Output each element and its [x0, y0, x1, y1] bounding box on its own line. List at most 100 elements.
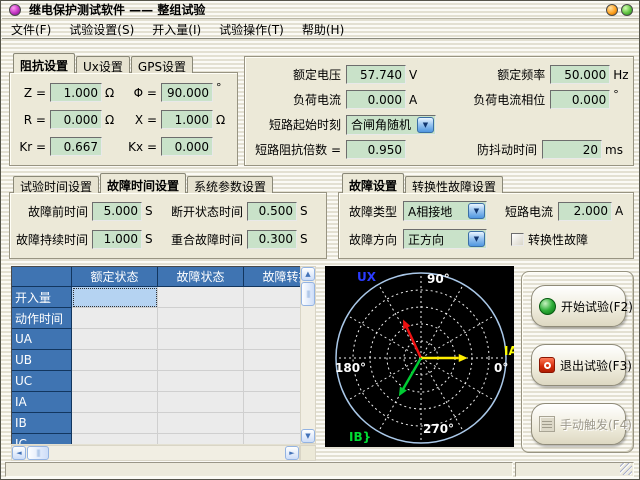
table-cell[interactable] [72, 434, 158, 444]
impedance-mult-input[interactable] [346, 140, 406, 159]
resize-grip-icon[interactable] [620, 463, 632, 475]
debounce-label: 防抖动时间 [421, 141, 537, 158]
table-cell[interactable] [72, 350, 158, 371]
table-cell[interactable] [158, 350, 244, 371]
load-phase-input[interactable] [550, 90, 610, 109]
minimize-icon[interactable] [606, 4, 618, 16]
tab-convert-fault-settings[interactable]: 转换性故障设置 [405, 176, 503, 193]
short-current-input[interactable] [558, 202, 612, 221]
chevron-down-icon[interactable]: ▼ [417, 117, 434, 133]
rated-voltage-input[interactable] [346, 65, 406, 84]
table-cell[interactable] [244, 392, 300, 413]
short-current-label: 短路电流 [487, 203, 553, 220]
load-current-unit: A [409, 93, 417, 107]
tab-fault-settings[interactable]: 故障设置 [342, 173, 404, 193]
fault-direction-value: 正方向 [404, 231, 468, 248]
chevron-down-icon[interactable]: ▼ [468, 231, 485, 247]
exit-test-button[interactable]: 退出试验(F3) [531, 344, 626, 386]
table-cell[interactable] [158, 434, 244, 444]
menu-test-operation[interactable]: 试验操作(T) [210, 20, 293, 38]
z-input[interactable] [50, 83, 102, 102]
table-cell[interactable] [244, 371, 300, 392]
open-state-input[interactable] [247, 202, 297, 221]
column-header-convert[interactable]: 故障转换 [244, 267, 300, 287]
scroll-right-icon[interactable]: ► [285, 446, 299, 460]
table-cell[interactable] [158, 392, 244, 413]
table-cell[interactable] [244, 434, 300, 444]
tab-ux-settings[interactable]: Ux设置 [76, 56, 130, 73]
timing-panel: 故障前时间 S 断开状态时间 S 故障持续时间 S 重合故障时间 S [9, 192, 327, 259]
title-bar[interactable]: 继电保护测试软件 —— 整组试验 [2, 1, 639, 19]
prefault-input[interactable] [92, 202, 142, 221]
horizontal-scroll-thumb[interactable]: ||| [27, 446, 49, 460]
table-cell[interactable] [158, 329, 244, 350]
angle-label-90: 90° [427, 272, 450, 286]
row-header[interactable]: IB [12, 413, 72, 434]
column-header-rated[interactable]: 额定状态 [72, 267, 158, 287]
convert-fault-checkbox[interactable] [511, 233, 524, 246]
scroll-left-icon[interactable]: ◄ [12, 446, 26, 460]
menu-binary-input[interactable]: 开入量(I) [143, 20, 210, 38]
table-cell-selected[interactable] [72, 287, 158, 308]
tab-test-time-settings[interactable]: 试验时间设置 [13, 176, 99, 193]
table-cell[interactable] [158, 371, 244, 392]
row-header[interactable]: UA [12, 329, 72, 350]
fault-panel: 故障类型 A相接地 ▼ 短路电流 A 故障方向 正方向 ▼ 转换性故障 [338, 192, 634, 259]
kr-input[interactable] [50, 137, 102, 156]
table-cell[interactable] [244, 329, 300, 350]
menu-file[interactable]: 文件(F) [2, 20, 60, 38]
tab-system-param-settings[interactable]: 系统参数设置 [187, 176, 273, 193]
table-horizontal-scrollbar[interactable]: ◄ ||| ► [11, 445, 300, 461]
scroll-down-icon[interactable]: ▼ [301, 429, 315, 443]
table-vertical-scrollbar[interactable]: ▲ ||| ▼ [300, 266, 316, 444]
table-cell[interactable] [72, 392, 158, 413]
scroll-up-icon[interactable]: ▲ [301, 267, 315, 281]
tab-impedance-settings[interactable]: 阻抗设置 [13, 53, 75, 73]
angle-label-270: 270° [423, 422, 454, 436]
row-header[interactable]: 开入量 [12, 287, 72, 308]
x-input[interactable] [161, 110, 213, 129]
fault-duration-input[interactable] [92, 230, 142, 249]
vertical-scroll-thumb[interactable]: ||| [301, 282, 315, 306]
table-cell[interactable] [72, 413, 158, 434]
short-start-select[interactable]: 合闸角随机 ▼ [346, 115, 436, 135]
row-header[interactable]: IC [12, 434, 72, 444]
rated-freq-input[interactable] [550, 65, 610, 84]
fault-type-select[interactable]: A相接地 ▼ [403, 201, 487, 221]
rated-voltage-label: 额定电压 [245, 66, 341, 83]
reclose-fault-unit: S [300, 232, 308, 246]
reclose-fault-input[interactable] [247, 230, 297, 249]
table-cell[interactable] [72, 371, 158, 392]
scrollbar-corner [300, 445, 316, 461]
table-cell[interactable] [244, 308, 300, 329]
manual-trigger-label: 手动触发(F4) [560, 416, 632, 433]
kx-input[interactable] [161, 137, 213, 156]
table-cell[interactable] [158, 308, 244, 329]
start-test-button[interactable]: 开始试验(F2) [531, 285, 626, 327]
column-header-fault[interactable]: 故障状态 [158, 267, 244, 287]
load-current-input[interactable] [346, 90, 406, 109]
fault-type-value: A相接地 [404, 203, 468, 220]
tab-gps-settings[interactable]: GPS设置 [131, 56, 193, 73]
table-cell[interactable] [158, 413, 244, 434]
chevron-down-icon[interactable]: ▼ [468, 203, 485, 219]
fault-direction-select[interactable]: 正方向 ▼ [403, 229, 487, 249]
table-cell[interactable] [244, 287, 300, 308]
phi-input[interactable] [161, 83, 213, 102]
close-icon[interactable] [621, 4, 633, 16]
row-header[interactable]: UB [12, 350, 72, 371]
table-cell[interactable] [72, 329, 158, 350]
table-cell[interactable] [244, 413, 300, 434]
menu-test-settings[interactable]: 试验设置(S) [60, 20, 143, 38]
r-input[interactable] [50, 110, 102, 129]
tab-fault-time-settings[interactable]: 故障时间设置 [100, 173, 186, 193]
row-header[interactable]: UC [12, 371, 72, 392]
row-header[interactable]: 动作时间 [12, 308, 72, 329]
convert-fault-label: 转换性故障 [528, 231, 588, 248]
menu-help[interactable]: 帮助(H) [293, 20, 353, 38]
table-cell[interactable] [244, 350, 300, 371]
debounce-input[interactable] [542, 140, 602, 159]
table-cell[interactable] [158, 287, 244, 308]
table-cell[interactable] [72, 308, 158, 329]
row-header[interactable]: IA [12, 392, 72, 413]
